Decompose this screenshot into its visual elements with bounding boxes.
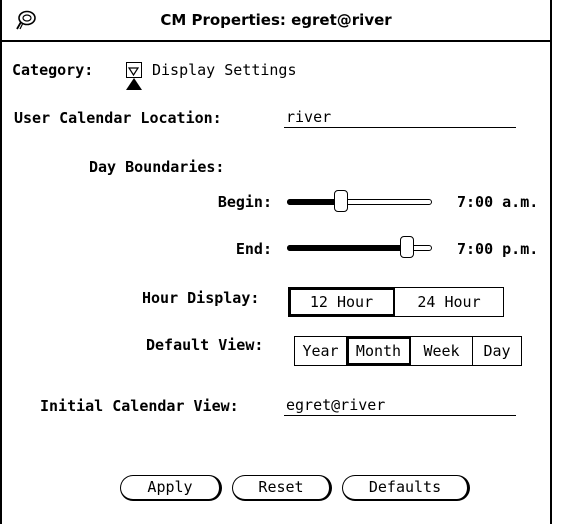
begin-time: 7:00 a.m.	[457, 193, 539, 211]
hour-display-selector: 12 Hour 24 Hour	[288, 287, 504, 317]
hour-display-option-12[interactable]: 12 Hour	[289, 288, 395, 316]
defaults-button[interactable]: Defaults	[342, 475, 470, 501]
day-boundaries-label: Day Boundaries:	[89, 158, 225, 176]
title-bar[interactable]: CM Properties: egret@river	[2, 0, 550, 42]
pointer-triangle-icon	[126, 78, 142, 90]
end-label: End:	[235, 240, 272, 258]
default-view-option-month[interactable]: Month	[347, 337, 411, 365]
reset-button[interactable]: Reset	[232, 475, 332, 501]
initial-calendar-view-label: Initial Calendar View:	[40, 397, 239, 415]
default-view-option-day[interactable]: Day	[473, 337, 521, 365]
properties-window: CM Properties: egret@river Category: Dis…	[0, 0, 552, 524]
category-value: Display Settings	[152, 61, 297, 79]
user-calendar-location-input[interactable]: river	[286, 108, 331, 126]
hour-display-option-24[interactable]: 24 Hour	[395, 288, 503, 316]
window-title: CM Properties: egret@river	[160, 11, 392, 29]
user-calendar-location-underline	[284, 127, 516, 128]
begin-slider-fill	[287, 199, 336, 205]
default-view-label: Default View:	[146, 336, 264, 354]
begin-slider-thumb[interactable]	[334, 190, 348, 212]
default-view-option-year[interactable]: Year	[295, 337, 347, 365]
begin-slider[interactable]	[287, 190, 432, 214]
initial-calendar-view-underline	[284, 415, 516, 416]
default-view-option-week[interactable]: Week	[411, 337, 473, 365]
begin-label: Begin:	[217, 193, 272, 211]
default-view-selector: Year Month Week Day	[294, 336, 522, 366]
category-label: Category:	[12, 61, 94, 79]
user-calendar-location-label: User Calendar Location:	[14, 109, 222, 127]
end-slider[interactable]	[287, 236, 432, 260]
initial-calendar-view-input[interactable]: egret@river	[286, 396, 385, 414]
end-slider-fill	[287, 245, 402, 251]
hour-display-label: Hour Display:	[142, 289, 260, 307]
end-time: 7:00 p.m.	[457, 240, 539, 258]
end-slider-thumb[interactable]	[400, 236, 414, 258]
apply-button[interactable]: Apply	[120, 475, 222, 501]
category-menu-button[interactable]	[126, 62, 142, 78]
